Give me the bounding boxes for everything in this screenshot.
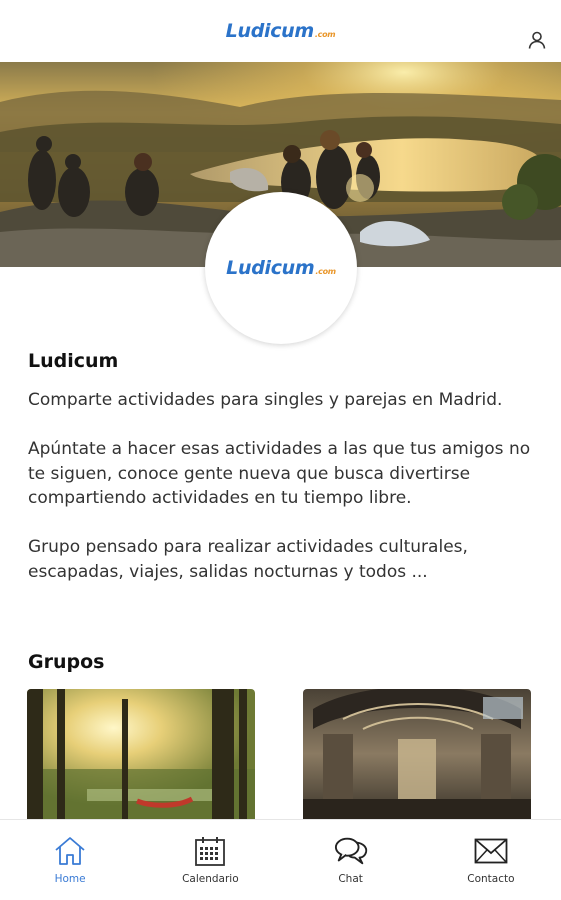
nav-home[interactable]: Home — [0, 820, 140, 900]
groups-section-title: Grupos — [28, 651, 105, 673]
nav-chat-label: Chat — [338, 873, 363, 885]
nav-calendario[interactable]: Calendario — [140, 820, 280, 900]
avatar-logo-text: Ludicum — [226, 257, 315, 279]
group-avatar: Ludicum.com — [205, 192, 357, 344]
top-app-bar: Ludicum.com — [0, 0, 561, 62]
group-description: Comparte actividades para singles y pare… — [28, 390, 531, 582]
nav-contacto-label: Contacto — [467, 873, 515, 885]
chat-icon — [334, 834, 368, 868]
nav-home-label: Home — [54, 873, 86, 885]
group-card-forest[interactable] — [27, 689, 255, 819]
mail-icon — [474, 834, 508, 868]
calendar-icon — [193, 834, 227, 868]
user-icon[interactable] — [527, 30, 547, 50]
nav-contacto[interactable]: Contacto — [421, 820, 561, 900]
nav-chat[interactable]: Chat — [281, 820, 421, 900]
app-logo[interactable]: Ludicum.com — [226, 20, 336, 42]
avatar-logo-suffix: .com — [315, 267, 336, 276]
nav-calendario-label: Calendario — [182, 873, 239, 885]
group-title: Ludicum — [28, 350, 119, 372]
home-icon — [53, 834, 87, 868]
avatar-logo: Ludicum.com — [226, 257, 336, 279]
group-card-museum[interactable] — [303, 689, 531, 819]
logo-suffix: .com — [314, 30, 336, 39]
logo-text: Ludicum — [225, 20, 315, 42]
bottom-navigation: Home Calendario Chat Contacto — [0, 819, 561, 900]
